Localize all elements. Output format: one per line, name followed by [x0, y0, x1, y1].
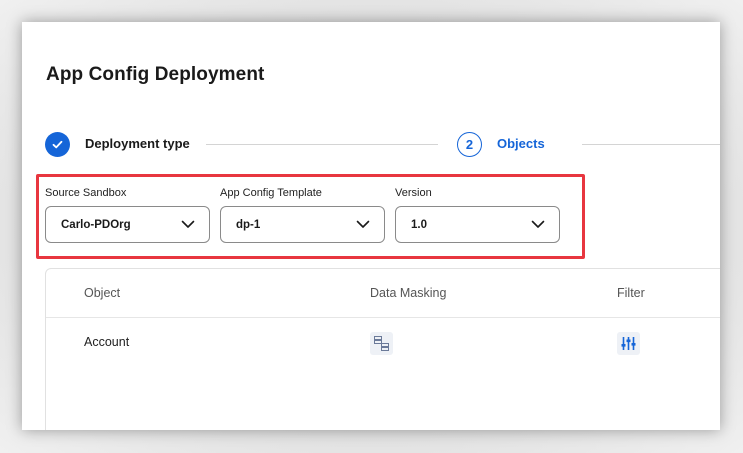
filter-sliders-icon[interactable] [617, 332, 640, 355]
step-objects-label[interactable]: Objects [497, 136, 545, 151]
step-complete-check-icon[interactable] [45, 132, 70, 157]
page-title: App Config Deployment [46, 64, 265, 85]
column-header-filter[interactable]: Filter [617, 286, 645, 300]
step-deployment-type-label[interactable]: Deployment type [85, 136, 190, 151]
stepper-connector [206, 144, 438, 145]
object-name-cell: Account [84, 335, 130, 349]
data-masking-icon[interactable] [370, 332, 393, 355]
column-header-data-masking[interactable]: Data Masking [370, 286, 446, 300]
deployment-panel: App Config Deployment Deployment type 2 … [22, 22, 720, 430]
step-objects-number[interactable]: 2 [457, 132, 482, 157]
highlight-box [36, 174, 585, 259]
objects-table: Object Data Masking Filter Account [45, 268, 720, 430]
table-header-row: Object Data Masking Filter [46, 269, 720, 318]
stepper-connector [582, 144, 720, 145]
column-header-object[interactable]: Object [84, 286, 120, 300]
